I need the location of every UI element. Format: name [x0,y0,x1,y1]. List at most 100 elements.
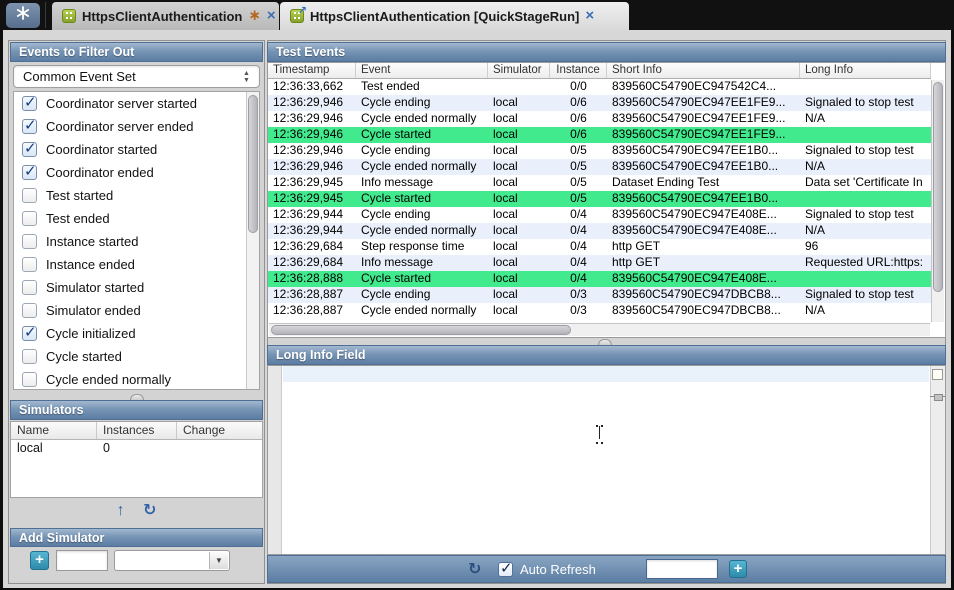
add-simulator-button[interactable]: + [30,551,49,570]
filter-checkbox-cycle-started[interactable] [22,349,37,364]
cell-timestamp: 12:36:28,887 [268,287,356,303]
filter-item-label: Test ended [46,211,110,226]
simulator-row[interactable]: local0 [11,440,262,457]
column-header-long-info[interactable]: Long Info [800,63,931,78]
simulator-name-input[interactable] [56,550,108,571]
filter-item-label: Cycle started [46,349,122,364]
cell-timestamp: 12:36:29,946 [268,143,356,159]
test-event-row[interactable]: 12:36:28,888Cycle startedlocal0/4839560C… [268,271,931,287]
test-events-panel-header: Test Events [267,42,946,62]
move-up-icon[interactable]: ↑ [117,502,125,520]
filter-checkbox-instance-ended[interactable] [22,257,37,272]
cell-instance: 0/3 [550,303,607,319]
tab-label: HttpsClientAuthentication [QuickStageRun… [310,9,579,24]
column-header-instance[interactable]: Instance [550,63,607,78]
filter-checkbox-coordinator-server-ended[interactable] [22,119,37,134]
cell-event: Cycle ending [356,207,488,223]
filter-checkbox-coordinator-ended[interactable] [22,165,37,180]
column-header-instances[interactable]: Instances [97,422,177,439]
cell-short-info: 839560C54790EC947E408E... [607,207,800,223]
cell-timestamp: 12:36:29,946 [268,127,356,143]
filter-checkbox-test-started[interactable] [22,188,37,203]
long-info-scroll-button[interactable] [932,369,943,380]
add-simulator-panel-header: Add Simulator [10,528,263,547]
filter-list-scroll-thumb[interactable] [248,95,258,233]
column-header-name[interactable]: Name [11,422,97,439]
simulator-cell: local [11,440,97,457]
events-vertical-scrollbar[interactable] [931,80,944,322]
events-vertical-scroll-thumb[interactable] [933,82,943,292]
cell-simulator: local [488,239,550,255]
cell-instance: 0/5 [550,143,607,159]
close-tab-icon[interactable]: × [585,9,594,23]
filter-item-coordinator-server-ended: Coordinator server ended [14,115,259,138]
cell-instance: 0/4 [550,223,607,239]
column-header-simulator[interactable]: Simulator [488,63,550,78]
cell-simulator: local [488,95,550,111]
test-event-row[interactable]: 12:36:29,946Cycle ended normallylocal0/6… [268,111,931,127]
event-set-dropdown[interactable]: Common Event Set ▲▼ [13,65,260,88]
refresh-interval-input[interactable] [646,559,718,579]
test-event-row[interactable]: 12:36:29,684Info messagelocal0/4http GET… [268,255,931,271]
simulator-host-dropdown[interactable]: ▼ [114,550,230,571]
column-header-timestamp[interactable]: Timestamp [268,63,356,78]
tab-test-case[interactable]: HttpsClientAuthentication ∗ × [52,2,279,30]
auto-refresh-checkbox[interactable] [498,562,513,577]
cell-short-info: 839560C54790EC947542C4... [607,79,800,95]
cell-long-info: Signaled to stop test [800,207,931,223]
cell-short-info: 839560C54790EC947DBCB8... [607,303,800,319]
test-event-row[interactable]: 12:36:29,946Cycle endinglocal0/5839560C5… [268,143,931,159]
cell-short-info: http GET [607,239,800,255]
test-event-row[interactable]: 12:36:29,944Cycle endinglocal0/4839560C5… [268,207,931,223]
cell-short-info: Dataset Ending Test [607,175,800,191]
filter-checkbox-simulator-started[interactable] [22,280,37,295]
column-header-change[interactable]: Change [177,422,262,439]
cell-event: Info message [356,255,488,271]
test-event-row[interactable]: 12:36:28,887Cycle ended normallylocal0/3… [268,303,931,319]
events-horizontal-scroll-thumb[interactable] [271,325,571,335]
cell-long-info [800,191,931,207]
column-header-short-info[interactable]: Short Info [607,63,800,78]
events-horizontal-scrollbar[interactable] [269,323,930,336]
tab-quick-stage-run[interactable]: ↗ HttpsClientAuthentication [QuickStageR… [280,2,629,30]
cell-timestamp: 12:36:29,946 [268,111,356,127]
close-tab-icon[interactable]: × [267,9,276,23]
cell-event: Cycle ended normally [356,159,488,175]
filter-checkbox-instance-started[interactable] [22,234,37,249]
filter-item-label: Instance started [46,234,139,249]
cell-long-info: N/A [800,303,931,319]
test-event-row[interactable]: 12:36:28,887Cycle endinglocal0/3839560C5… [268,287,931,303]
test-event-row[interactable]: 12:36:29,946Cycle endinglocal0/6839560C5… [268,95,931,111]
filter-item-label: Cycle ended normally [46,372,171,387]
filter-item-label: Cycle initialized [46,326,136,341]
long-info-field[interactable] [267,365,946,555]
test-event-row[interactable]: 12:36:29,945Info messagelocal0/5Dataset … [268,175,931,191]
long-info-scroll-grip[interactable] [930,393,945,400]
cell-short-info: 839560C54790EC947EE1B0... [607,143,800,159]
column-header-event[interactable]: Event [356,63,488,78]
filter-checkbox-coordinator-started[interactable] [22,142,37,157]
filter-item-label: Coordinator started [46,142,157,157]
test-event-row[interactable]: 12:36:29,944Cycle ended normallylocal0/4… [268,223,931,239]
filter-checkbox-simulator-ended[interactable] [22,303,37,318]
simulators-panel-header: Simulators [10,400,263,420]
test-event-row[interactable]: 12:36:29,684Step response timelocal0/4ht… [268,239,931,255]
filter-items-container: Coordinator server startedCoordinator se… [14,92,259,390]
filter-item-test-ended: Test ended [14,207,259,230]
test-event-row[interactable]: 12:36:29,945Cycle startedlocal0/5839560C… [268,191,931,207]
refresh-icon[interactable]: ↻ [468,559,481,579]
filter-checkbox-coordinator-server-started[interactable] [22,96,37,111]
cell-long-info: N/A [800,223,931,239]
test-event-row[interactable]: 12:36:29,946Cycle ended normallylocal0/5… [268,159,931,175]
refresh-simulators-icon[interactable]: ↻ [143,500,156,520]
app-logo-button[interactable] [6,3,40,28]
filter-list-scrollbar[interactable] [246,92,259,389]
long-info-scroll-column[interactable] [930,366,945,554]
filter-checkbox-cycle-initialized[interactable] [22,326,37,341]
cell-event: Cycle ended normally [356,223,488,239]
filter-checkbox-cycle-ended-normally[interactable] [22,372,37,387]
filter-checkbox-test-ended[interactable] [22,211,37,226]
test-event-row[interactable]: 12:36:29,946Cycle startedlocal0/6839560C… [268,127,931,143]
add-filter-button[interactable]: + [729,560,747,578]
test-event-row[interactable]: 12:36:33,662Test ended0/0839560C54790EC9… [268,79,931,95]
